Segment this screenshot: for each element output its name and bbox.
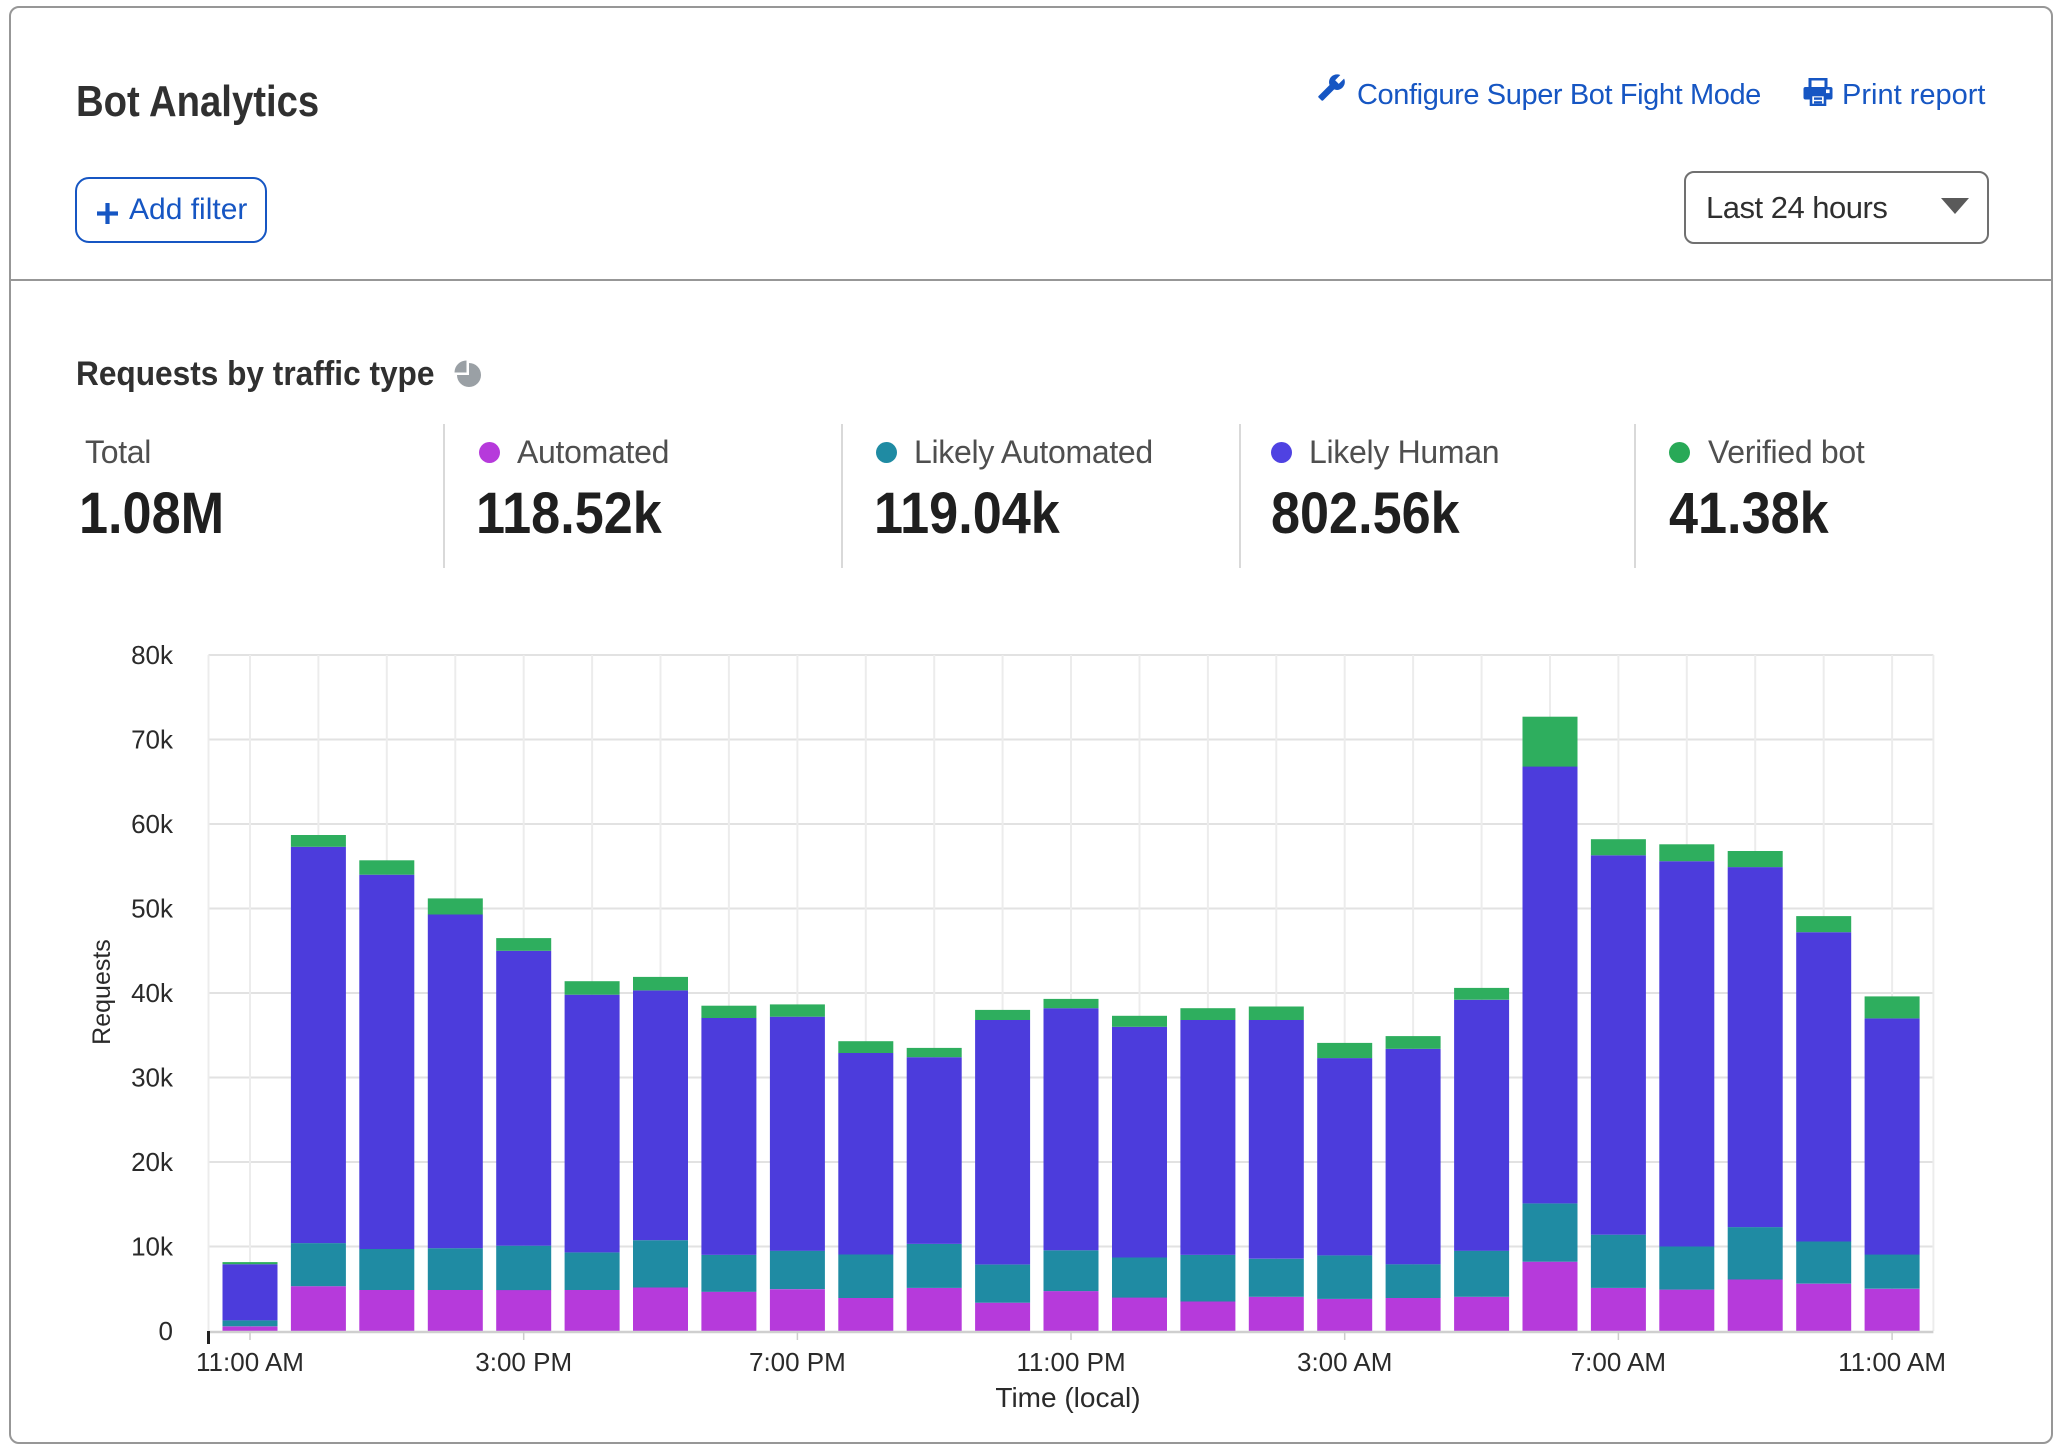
svg-text:Requests: Requests [88,939,116,1045]
svg-text:60k: 60k [131,809,174,839]
svg-text:11:00 AM: 11:00 AM [196,1347,304,1377]
svg-text:7:00 AM: 7:00 AM [1571,1347,1666,1377]
svg-text:10k: 10k [131,1232,174,1262]
svg-text:20k: 20k [131,1147,174,1177]
svg-text:70k: 70k [131,725,174,755]
svg-text:0: 0 [159,1316,173,1346]
svg-text:7:00 PM: 7:00 PM [749,1347,846,1377]
svg-text:11:00 AM: 11:00 AM [1838,1347,1946,1377]
svg-text:50k: 50k [131,894,174,924]
svg-text:11:00 PM: 11:00 PM [1016,1347,1125,1377]
svg-text:80k: 80k [131,640,174,670]
svg-text:30k: 30k [131,1063,174,1093]
svg-text:40k: 40k [131,978,174,1008]
svg-text:3:00 AM: 3:00 AM [1297,1347,1392,1377]
svg-text:3:00 PM: 3:00 PM [475,1347,572,1377]
svg-text:Time (local): Time (local) [995,1382,1140,1413]
